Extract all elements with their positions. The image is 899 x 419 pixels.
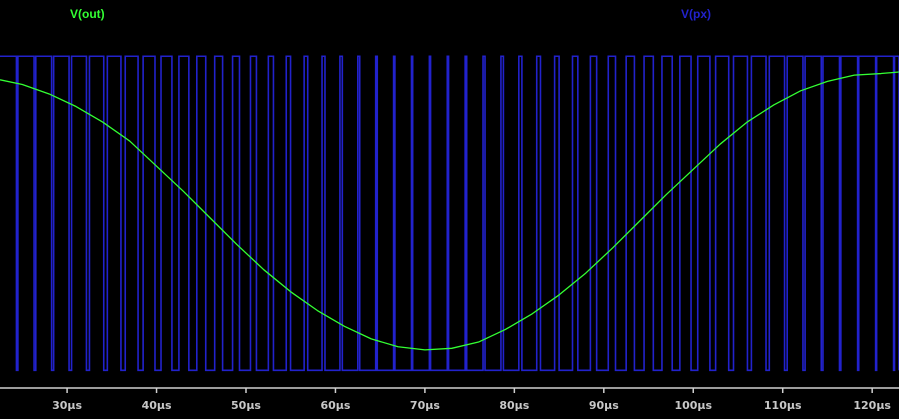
x-tick-label: 30µs (52, 399, 82, 412)
x-tick-label: 70µs (410, 399, 440, 412)
x-tick-label: 50µs (231, 399, 261, 412)
waveform-viewer: 30µs 40µs 50µs 60µs 70µs 80µs 90µs 100µs 110µs 12… (0, 0, 899, 419)
trace-label-px[interactable]: V(px) (681, 7, 711, 21)
x-tick-label: 90µs (589, 399, 619, 412)
waveform-plot[interactable]: 30µs 40µs 50µs 60µs 70µs 80µs 90µs 100µs 110µs 12… (0, 0, 899, 419)
trace-label-out[interactable]: V(out) (70, 7, 105, 21)
x-tick-label: 120µs (853, 399, 891, 412)
x-tick-label: 40µs (142, 399, 172, 412)
x-tick-label: 110µs (764, 399, 802, 412)
x-tick-label: 60µs (320, 399, 350, 412)
x-tick-label: 100µs (674, 399, 712, 412)
x-tick-label: 80µs (499, 399, 529, 412)
